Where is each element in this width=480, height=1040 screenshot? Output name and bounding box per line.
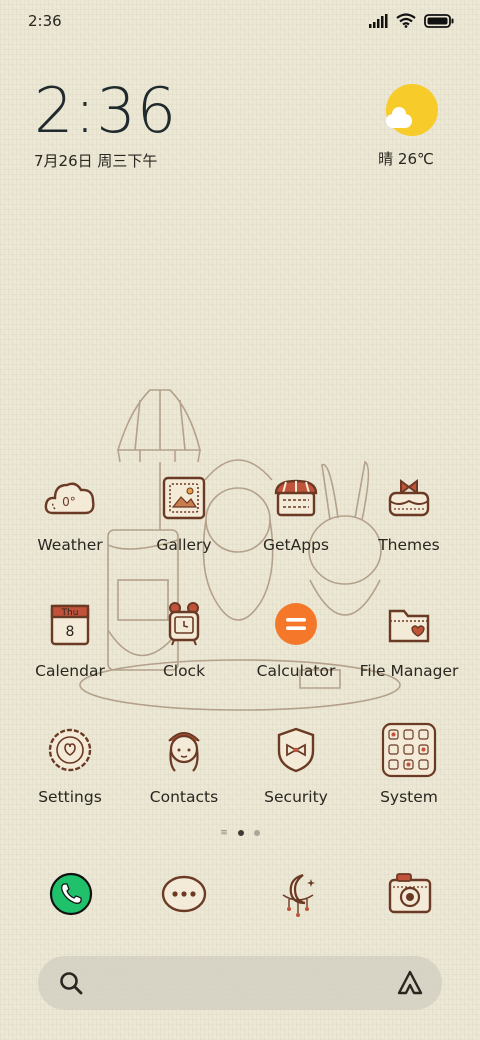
app-calculator[interactable]: Calculator [240, 596, 352, 680]
search-icon[interactable] [58, 970, 84, 996]
system-grid-icon [381, 722, 437, 778]
calculator-icon [268, 596, 324, 652]
girl-avatar-icon [156, 722, 212, 778]
shop-basket-icon [268, 470, 324, 526]
phone-icon [49, 872, 93, 916]
clock-widget-date: 7月26日 周三下午 [34, 152, 158, 170]
alarm-clock-icon [156, 596, 212, 652]
search-bar[interactable] [38, 956, 442, 1010]
app-label-security: Security [264, 788, 328, 806]
weather-widget[interactable]: 晴 26℃ [378, 84, 444, 169]
app-clock[interactable]: Clock [128, 596, 240, 680]
app-label-calendar: Calendar [35, 662, 105, 680]
app-label-system: System [380, 788, 438, 806]
app-label-themes: Themes [378, 536, 440, 554]
clock-widget[interactable]: 2:36 7月26日 周三下午 [34, 78, 177, 171]
dock [0, 866, 480, 926]
app-label-gallery: Gallery [156, 536, 212, 554]
assistant-icon[interactable] [396, 969, 424, 997]
weather-widget-text: 晴 26℃ [378, 150, 434, 168]
gear-donut-icon [42, 722, 98, 778]
app-getapps[interactable]: GetApps [240, 470, 352, 554]
dock-camera[interactable] [382, 866, 438, 922]
app-label-contacts: Contacts [149, 788, 219, 806]
gallery-frame-icon [156, 470, 212, 526]
app-themes[interactable]: Themes [353, 470, 465, 554]
status-icons [368, 13, 454, 28]
camera-icon [388, 873, 432, 914]
dock-moon[interactable] [270, 866, 326, 922]
shield-bow-icon [268, 722, 324, 778]
app-contacts[interactable]: Contacts [128, 722, 240, 806]
page-dot [253, 830, 260, 836]
app-system[interactable]: System [353, 722, 465, 806]
app-label-getapps: GetApps [263, 536, 329, 554]
folder-icon [381, 596, 437, 652]
app-label-weather: Weather [37, 536, 103, 554]
clock-widget-time: 2:36 [34, 74, 178, 147]
app-label-settings: Settings [38, 788, 102, 806]
signal-icon [369, 13, 388, 28]
app-file-manager[interactable]: File Manager [353, 596, 465, 680]
app-security[interactable]: Security [240, 722, 352, 806]
battery-icon [424, 13, 454, 28]
weather-cloud-icon: 0° [42, 470, 98, 526]
page-dot-active [237, 830, 244, 836]
moon-charm-icon [282, 873, 315, 917]
menu-lines-icon: ≡ [220, 828, 228, 838]
calendar-day-text: Thu [61, 608, 79, 618]
dock-phone[interactable] [43, 866, 99, 922]
app-gallery[interactable]: Gallery [128, 470, 240, 554]
status-time: 2:36 [28, 12, 62, 30]
app-label-file-manager: File Manager [359, 662, 459, 680]
app-label-calculator: Calculator [256, 662, 336, 680]
wifi-icon [396, 13, 416, 28]
dock-messages[interactable] [156, 866, 212, 922]
app-weather[interactable]: 0° Weather [14, 470, 126, 554]
app-label-clock: Clock [162, 662, 206, 680]
status-bar: 2:36 [0, 0, 480, 42]
app-calendar[interactable]: Thu 8 Calendar [14, 596, 126, 680]
page-indicator[interactable]: ≡ [0, 828, 480, 838]
app-settings[interactable]: Settings [14, 722, 126, 806]
weather-badge-text: 0° [62, 495, 76, 509]
sun-cloud-icon [386, 84, 438, 136]
messages-bubble-icon [161, 875, 207, 913]
calendar-date-text: 8 [66, 624, 75, 640]
cake-bow-icon [381, 470, 437, 526]
calendar-icon: Thu 8 [42, 596, 98, 652]
